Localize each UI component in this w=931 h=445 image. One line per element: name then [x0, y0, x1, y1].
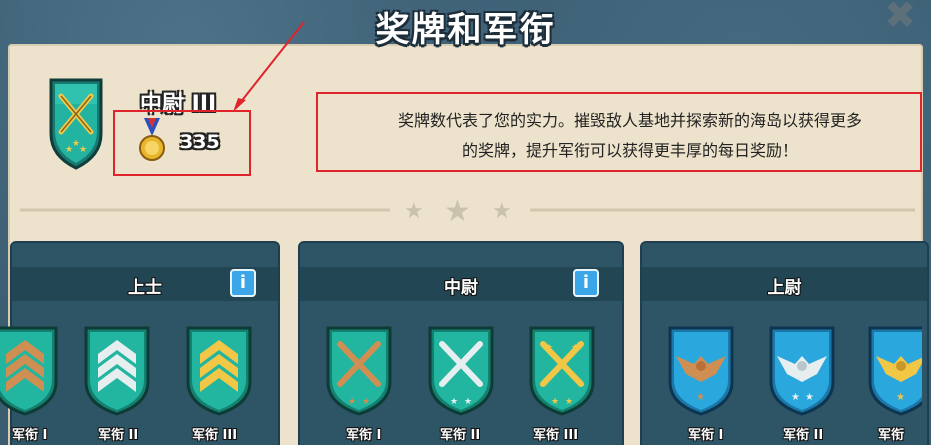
- star-divider: ★ ★ ★: [20, 194, 915, 229]
- svg-text:★: ★: [551, 397, 559, 407]
- svg-text:★: ★: [348, 397, 356, 407]
- svg-text:★: ★: [696, 392, 705, 403]
- svg-text:★: ★: [464, 397, 472, 407]
- insignia-label: 军衔 I: [688, 428, 724, 443]
- gold-chevron-icon[interactable]: [184, 320, 254, 416]
- bronze-chevron-icon[interactable]: [0, 320, 60, 416]
- svg-text:★: ★: [450, 397, 458, 407]
- medal-count: 335: [180, 131, 220, 153]
- insignia-label: 军衔: [878, 428, 905, 443]
- svg-text:★: ★: [545, 343, 553, 353]
- info-icon[interactable]: i: [573, 269, 599, 297]
- insignia-label: 军衔 II: [98, 428, 139, 443]
- insignia-label: 军衔 I: [12, 428, 48, 443]
- svg-text:★: ★: [565, 397, 573, 407]
- rank-description: 奖牌数代表了您的实力。摧毁敌人基地并探索新的海岛以获得更多 的奖牌，提升军衔可以…: [340, 106, 920, 166]
- svg-text:★: ★: [791, 392, 800, 403]
- insignia-label: 军衔 III: [192, 428, 238, 443]
- insignia-label: 军衔 II: [440, 428, 481, 443]
- svg-text:★: ★: [492, 199, 512, 224]
- svg-text:★: ★: [571, 343, 579, 353]
- insignia-label: 军衔 II: [783, 428, 824, 443]
- dialog-title: 奖牌和军衔: [375, 10, 556, 50]
- close-icon[interactable]: ✖: [880, 0, 920, 34]
- gold-eagle-icon[interactable]: ★: [866, 320, 922, 416]
- crossed-rifles-badge-icon: ★ ★ ★: [49, 78, 103, 170]
- rank-panel-title: 上尉: [767, 278, 802, 298]
- description-line-1: 奖牌数代表了您的实力。摧毁敌人基地并探索新的海岛以获得更多: [397, 111, 862, 130]
- svg-text:★: ★: [79, 145, 87, 155]
- silver-crossed-rifles-icon[interactable]: ★ ★: [426, 320, 496, 416]
- bronze-crossed-rifles-icon[interactable]: ★ ★: [324, 320, 394, 416]
- svg-text:★: ★: [362, 397, 370, 407]
- svg-text:★: ★: [72, 139, 80, 149]
- gold-crossed-rifles-icon[interactable]: ★ ★ ★ ★: [527, 320, 597, 416]
- info-icon[interactable]: i: [230, 269, 256, 297]
- svg-text:★: ★: [896, 392, 905, 403]
- svg-text:★: ★: [444, 194, 471, 229]
- medal-icon: [139, 118, 165, 161]
- description-line-2: 的奖牌，提升军衔可以获得更丰厚的每日奖励！: [461, 141, 798, 160]
- svg-text:★: ★: [805, 392, 814, 403]
- bronze-eagle-icon[interactable]: ★: [666, 320, 736, 416]
- silver-eagle-icon[interactable]: ★ ★: [767, 320, 837, 416]
- insignia-label: 军衔 I: [346, 428, 382, 443]
- insignia-label: 军衔 III: [533, 428, 579, 443]
- silver-chevron-icon[interactable]: [82, 320, 152, 416]
- svg-text:★: ★: [404, 199, 424, 224]
